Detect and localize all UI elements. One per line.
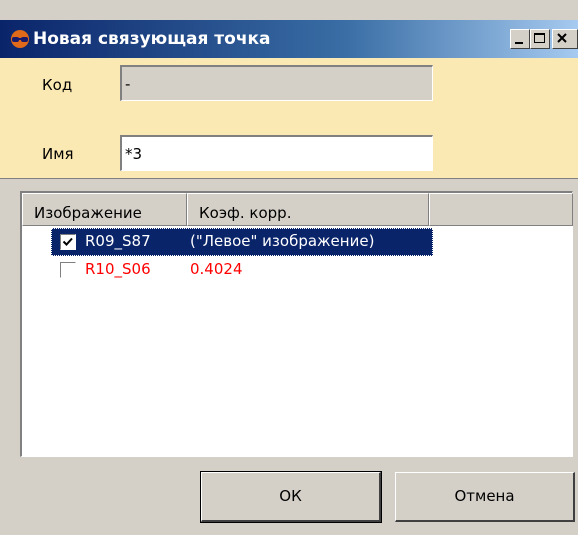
list-item[interactable]: R09_S87 ("Левое" изображение) (22, 228, 573, 256)
dialog-window: Новая связующая точка Код - Имя *3 Изобр… (0, 0, 578, 535)
close-icon (557, 33, 567, 43)
window-title: Новая связующая точка (33, 29, 271, 49)
name-field[interactable]: *3 (120, 135, 433, 171)
column-header-coef[interactable]: Коэф. корр. (187, 193, 429, 226)
row-checkbox[interactable] (60, 234, 76, 250)
image-name: R09_S87 (85, 232, 151, 250)
row-checkbox[interactable] (60, 262, 76, 278)
divider (0, 178, 578, 182)
cancel-button[interactable]: Отмена (395, 472, 575, 522)
checkmark-icon (62, 237, 73, 246)
minimize-button[interactable] (510, 29, 530, 49)
image-name: R10_S06 (85, 260, 151, 278)
minimize-icon (515, 42, 523, 44)
maximize-button[interactable] (530, 29, 550, 49)
ok-button[interactable]: ОК (200, 471, 382, 523)
maximize-icon (534, 33, 545, 43)
column-header-image[interactable]: Изображение (22, 193, 187, 226)
code-label: Код (42, 76, 73, 94)
coef-value: ("Левое" изображение) (190, 232, 375, 250)
coef-value: 0.4024 (190, 260, 243, 278)
column-header-empty (429, 193, 573, 226)
image-list[interactable]: Изображение Коэф. корр. R09_S87 ("Левое"… (20, 191, 573, 457)
code-field: - (120, 65, 433, 101)
title-bar[interactable]: Новая связующая точка (0, 20, 578, 58)
list-item[interactable]: R10_S06 0.4024 (22, 256, 573, 284)
glasses-icon (11, 30, 29, 48)
name-label: Имя (42, 145, 74, 163)
point-form: Код - Имя *3 (0, 58, 578, 178)
close-button[interactable] (552, 29, 578, 49)
